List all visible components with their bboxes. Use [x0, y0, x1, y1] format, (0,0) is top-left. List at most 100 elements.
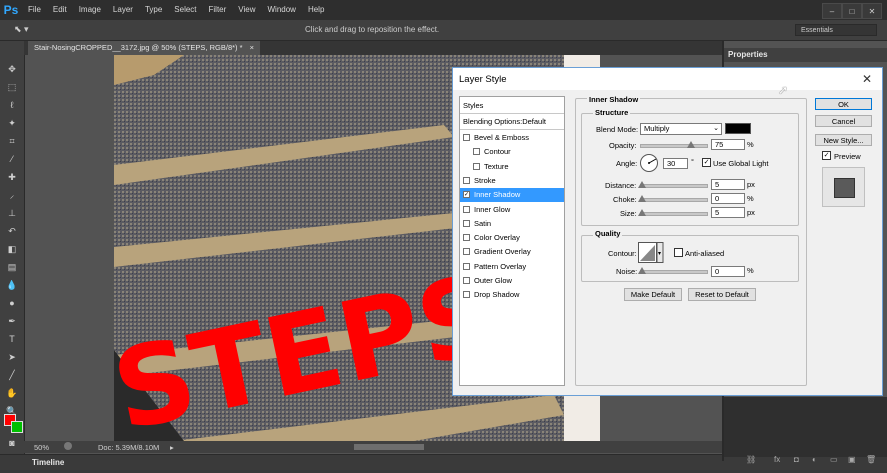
- minimize-button[interactable]: –: [822, 3, 842, 19]
- status-menu-arrow-icon[interactable]: ▸: [170, 443, 174, 452]
- style-item-checkbox[interactable]: [463, 291, 470, 299]
- distance-slider-thumb[interactable]: [638, 181, 646, 188]
- crop-tool-icon[interactable]: ⌗: [6, 135, 18, 147]
- eyedropper-icon[interactable]: ⁄: [6, 153, 18, 165]
- history-brush-icon[interactable]: ↶: [6, 225, 18, 237]
- brush-tool-icon[interactable]: ⸝: [6, 189, 18, 201]
- cancel-button[interactable]: Cancel: [815, 115, 872, 127]
- menu-window[interactable]: Window: [262, 0, 302, 20]
- workspace-switcher[interactable]: Essentials: [795, 24, 877, 36]
- folder-icon[interactable]: ▭: [830, 455, 838, 464]
- menu-edit[interactable]: Edit: [47, 0, 73, 20]
- healing-brush-icon[interactable]: ✚: [6, 171, 18, 183]
- dialog-close-icon[interactable]: ✕: [859, 71, 875, 87]
- style-item-checkbox[interactable]: [473, 148, 480, 156]
- dialog-titlebar[interactable]: Layer Style ✕: [453, 68, 882, 90]
- menu-filter[interactable]: Filter: [203, 0, 233, 20]
- style-item-checkbox[interactable]: [473, 162, 480, 170]
- menu-layer[interactable]: Layer: [107, 0, 139, 20]
- mask-icon[interactable]: ◘: [794, 455, 799, 464]
- size-slider[interactable]: [638, 209, 708, 216]
- choke-slider-thumb[interactable]: [638, 195, 646, 202]
- adjustment-icon[interactable]: ◐: [812, 455, 817, 464]
- status-info-icon[interactable]: [64, 442, 72, 450]
- background-color-swatch[interactable]: [11, 421, 23, 433]
- style-item-checkbox[interactable]: [463, 176, 470, 184]
- maximize-button[interactable]: □: [842, 3, 862, 19]
- blur-tool-icon[interactable]: 💧: [6, 279, 18, 291]
- eraser-icon[interactable]: ◧: [6, 243, 18, 255]
- document-tab[interactable]: Stair-NosingCROPPED__3172.jpg @ 50% (STE…: [28, 41, 261, 55]
- menu-file[interactable]: File: [22, 0, 47, 20]
- style-item[interactable]: Color Overlay: [460, 231, 564, 245]
- style-item[interactable]: ✓ Inner Shadow: [460, 188, 564, 203]
- size-input[interactable]: 5: [711, 207, 745, 218]
- path-selection-icon[interactable]: ➤: [6, 351, 18, 363]
- clone-stamp-icon[interactable]: ⊥: [6, 207, 18, 219]
- style-item-checkbox[interactable]: [463, 219, 470, 227]
- trash-icon[interactable]: 🗑: [866, 455, 876, 464]
- menu-select[interactable]: Select: [168, 0, 202, 20]
- opacity-input[interactable]: 75: [711, 139, 745, 150]
- marquee-tool-icon[interactable]: ⬚: [6, 81, 18, 93]
- ok-button[interactable]: OK: [815, 98, 872, 110]
- horizontal-scrollbar[interactable]: [354, 444, 424, 450]
- opacity-slider[interactable]: [640, 141, 708, 148]
- menu-view[interactable]: View: [232, 0, 261, 20]
- angle-dial[interactable]: [639, 153, 659, 173]
- choke-slider[interactable]: [638, 195, 708, 202]
- dodge-tool-icon[interactable]: ●: [6, 297, 18, 309]
- style-item[interactable]: Drop Shadow: [460, 288, 564, 302]
- gradient-tool-icon[interactable]: ▤: [6, 261, 18, 273]
- contour-picker[interactable]: ▾: [638, 242, 664, 263]
- menu-help[interactable]: Help: [302, 0, 330, 20]
- shadow-color-swatch[interactable]: [725, 123, 751, 134]
- menu-type[interactable]: Type: [139, 0, 168, 20]
- style-item[interactable]: Outer Glow: [460, 274, 564, 288]
- opacity-slider-thumb[interactable]: [686, 141, 695, 148]
- style-item[interactable]: Satin: [460, 217, 564, 231]
- style-item[interactable]: Pattern Overlay: [460, 260, 564, 274]
- choke-input[interactable]: 0: [711, 193, 745, 204]
- style-item[interactable]: Texture: [460, 160, 564, 174]
- link-layers-icon[interactable]: ⛓: [746, 455, 756, 464]
- style-item[interactable]: Inner Glow: [460, 203, 564, 217]
- properties-tab[interactable]: Properties: [724, 48, 887, 62]
- type-tool-icon[interactable]: T: [6, 333, 18, 345]
- magic-wand-icon[interactable]: ✦: [6, 117, 18, 129]
- style-item-checkbox[interactable]: [463, 277, 470, 284]
- new-style-button[interactable]: New Style...: [815, 134, 872, 146]
- style-item[interactable]: Contour: [460, 145, 564, 159]
- lasso-tool-icon[interactable]: ℓ: [6, 99, 18, 111]
- angle-input[interactable]: 30: [663, 158, 688, 169]
- fx-icon[interactable]: fx: [774, 455, 780, 464]
- style-item-checkbox[interactable]: [463, 134, 470, 141]
- move-tool-icon[interactable]: ✥: [6, 63, 18, 75]
- make-default-button[interactable]: Make Default: [624, 288, 682, 301]
- style-item-checkbox[interactable]: [463, 234, 470, 242]
- reset-to-default-button[interactable]: Reset to Default: [688, 288, 756, 301]
- preview-checkbox[interactable]: ✓: [822, 151, 831, 160]
- close-window-button[interactable]: ✕: [862, 3, 882, 19]
- styles-header[interactable]: Styles: [460, 99, 564, 113]
- global-light-checkbox[interactable]: ✓: [702, 158, 711, 167]
- size-slider-thumb[interactable]: [638, 209, 646, 216]
- noise-input[interactable]: 0: [711, 266, 745, 277]
- blending-options-item[interactable]: Blending Options:Default: [460, 115, 564, 129]
- style-item[interactable]: Bevel & Emboss: [460, 131, 564, 145]
- menu-image[interactable]: Image: [73, 0, 107, 20]
- noise-slider[interactable]: [638, 267, 708, 274]
- hand-tool-icon[interactable]: ✋: [6, 387, 18, 399]
- style-item[interactable]: Gradient Overlay: [460, 245, 564, 259]
- move-tool-preset-icon[interactable]: ⬉ ▾: [14, 24, 44, 36]
- distance-slider[interactable]: [638, 181, 708, 188]
- style-item-checkbox[interactable]: ✓: [463, 191, 470, 199]
- quick-mask-icon[interactable]: ◙: [6, 437, 18, 449]
- line-tool-icon[interactable]: ╱: [6, 369, 18, 381]
- style-item[interactable]: Stroke: [460, 174, 564, 188]
- timeline-tab[interactable]: Timeline: [32, 458, 64, 467]
- style-item-checkbox[interactable]: [463, 205, 470, 213]
- distance-input[interactable]: 5: [711, 179, 745, 190]
- style-item-checkbox[interactable]: [463, 248, 470, 256]
- pen-tool-icon[interactable]: ✒: [6, 315, 18, 327]
